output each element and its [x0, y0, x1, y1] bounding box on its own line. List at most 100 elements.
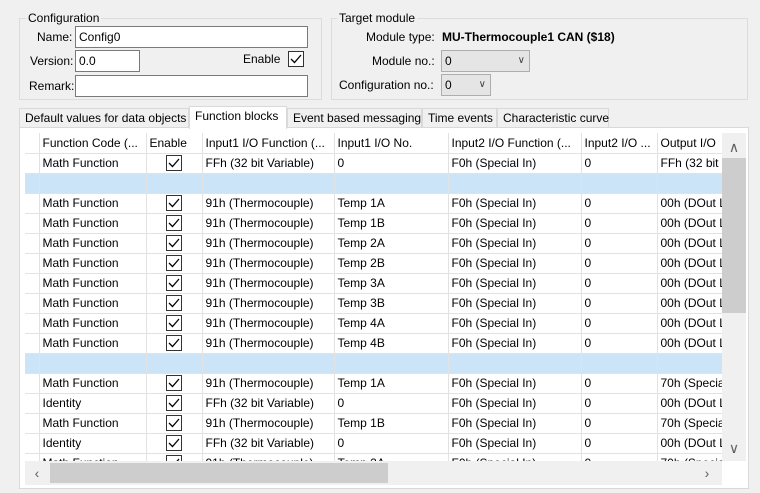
row-header[interactable]: [25, 413, 40, 434]
cell-input1-function[interactable]: 91h (Thermocouple): [202, 333, 335, 354]
table-row[interactable]: Math Function 91h (Thermocouple) Temp 4B F0…: [25, 333, 722, 354]
tab-event-messaging[interactable]: Event based messaging: [287, 108, 422, 128]
cell-input1-no[interactable]: Temp 2B: [334, 253, 449, 274]
cell-input1-function[interactable]: 91h (Thermocouple): [202, 253, 335, 274]
cell-output-io[interactable]: FFh (32 bit Variable): [657, 153, 722, 174]
cell-enable[interactable]: [146, 393, 203, 414]
cell-enable[interactable]: [146, 353, 203, 374]
cell-function-code[interactable]: Math Function: [39, 213, 147, 234]
enable-checkbox[interactable]: [166, 255, 182, 271]
row-header[interactable]: [25, 373, 40, 394]
cell-output-io[interactable]: 00h (DOut Local): [657, 293, 722, 314]
cell-function-code[interactable]: Math Function: [39, 333, 147, 354]
cell-enable[interactable]: [146, 273, 203, 294]
cell-function-code[interactable]: Math Function: [39, 273, 147, 294]
scroll-right-icon[interactable]: ›: [700, 465, 714, 481]
cell-input2-no[interactable]: 0: [581, 373, 658, 394]
table-row[interactable]: Math Function 91h (Thermocouple) Temp 1A F0…: [25, 193, 722, 214]
cell-input2-function[interactable]: F0h (Special In): [448, 213, 582, 234]
table-row[interactable]: Math Function 91h (Thermocouple)Temp 2AF0…: [25, 453, 722, 461]
cell-function-code[interactable]: Math Function: [39, 153, 147, 174]
cell-output-io[interactable]: 00h (DOut Local): [657, 253, 722, 274]
cell-input2-no[interactable]: 0: [581, 393, 658, 414]
cell-input2-function[interactable]: F0h (Special In): [448, 193, 582, 214]
cell-input2-no[interactable]: 0: [581, 333, 658, 354]
cell-function-code[interactable]: Math Function: [39, 193, 147, 214]
cell-input1-no[interactable]: [334, 173, 449, 194]
enable-checkbox[interactable]: [166, 275, 182, 291]
enable-checkbox[interactable]: [166, 295, 182, 311]
cell-input2-function[interactable]: F0h (Special In): [448, 393, 582, 414]
row-header[interactable]: [25, 453, 40, 461]
cell-input1-no[interactable]: 0: [334, 393, 449, 414]
cell-output-io[interactable]: 00h (DOut Local): [657, 213, 722, 234]
table-row[interactable]: Math Function FFh (32 bit Variable) 0 F0h (…: [25, 153, 722, 174]
row-header[interactable]: [25, 293, 40, 314]
cell-output-io[interactable]: [657, 173, 722, 194]
cell-input2-function[interactable]: F0h (Special In): [448, 273, 582, 294]
row-header[interactable]: [25, 313, 40, 334]
cell-input1-function[interactable]: 91h (Thermocouple): [202, 413, 335, 434]
row-header[interactable]: [25, 173, 40, 194]
cell-function-code[interactable]: Identity: [39, 393, 147, 414]
row-header[interactable]: [25, 213, 40, 234]
cell-input1-function[interactable]: [202, 173, 335, 194]
cell-function-code[interactable]: Math Function: [39, 453, 147, 461]
cell-enable[interactable]: [146, 413, 203, 434]
table-row[interactable]: Math Function 91h (Thermocouple)Temp 2AF0…: [25, 233, 722, 254]
cell-input1-no[interactable]: Temp 2A: [334, 453, 449, 461]
cell-function-code[interactable]: Identity: [39, 433, 147, 454]
cell-input1-function[interactable]: 91h (Thermocouple): [202, 193, 335, 214]
cell-output-io[interactable]: 70h (Special Out): [657, 373, 722, 394]
cell-enable[interactable]: [146, 213, 203, 234]
horizontal-scroll-thumb[interactable]: [50, 463, 388, 483]
table-row[interactable]: Math Function 91h (Thermocouple) Temp 1B F0…: [25, 213, 722, 234]
table-row[interactable]: Math Function 91h (Thermocouple) Temp 3B F0…: [25, 293, 722, 314]
cell-input2-function[interactable]: F0h (Special In): [448, 373, 582, 394]
cell-input2-function[interactable]: [448, 173, 582, 194]
remark-field[interactable]: [75, 75, 308, 97]
cell-enable[interactable]: [146, 433, 203, 454]
row-header[interactable]: [25, 353, 40, 374]
cell-function-code[interactable]: Math Function: [39, 313, 147, 334]
cell-output-io[interactable]: 70h (Special Out): [657, 413, 722, 434]
table-row[interactable]: Math Function 91h (Thermocouple) Temp 4A F0…: [25, 313, 722, 334]
cell-input2-function[interactable]: [448, 353, 582, 374]
enable-checkbox[interactable]: [166, 395, 182, 411]
row-header[interactable]: [25, 153, 40, 174]
cell-output-io[interactable]: 00h (DOut Local): [657, 433, 722, 454]
cell-input1-no[interactable]: Temp 1B: [334, 413, 449, 434]
cell-output-io[interactable]: 00h (DOut Local): [657, 273, 722, 294]
cell-enable[interactable]: [146, 333, 203, 354]
cell-function-code[interactable]: Math Function: [39, 293, 147, 314]
tab-default-values[interactable]: Default values for data objects: [19, 108, 189, 128]
row-header[interactable]: [25, 233, 40, 254]
cell-enable[interactable]: [146, 373, 203, 394]
cell-input2-no[interactable]: 0: [581, 273, 658, 294]
cell-input2-function[interactable]: F0h (Special In): [448, 413, 582, 434]
cell-input1-no[interactable]: Temp 2A: [334, 233, 449, 254]
cell-input2-function[interactable]: F0h (Special In): [448, 293, 582, 314]
cell-input1-function[interactable]: 91h (Thermocouple): [202, 313, 335, 334]
scroll-down-icon[interactable]: ∨: [726, 440, 742, 457]
cell-input2-no[interactable]: [581, 173, 658, 194]
row-header[interactable]: [25, 433, 40, 454]
cell-function-code[interactable]: Math Function: [39, 253, 147, 274]
tab-function-blocks[interactable]: Function blocks: [189, 106, 287, 129]
cell-enable[interactable]: [146, 293, 203, 314]
scroll-up-icon[interactable]: ∧: [726, 139, 742, 156]
cell-input2-no[interactable]: 0: [581, 213, 658, 234]
cell-input1-no[interactable]: Temp 1A: [334, 193, 449, 214]
cell-input2-no[interactable]: 0: [581, 253, 658, 274]
enable-checkbox[interactable]: [166, 315, 182, 331]
cell-input1-function[interactable]: 91h (Thermocouple): [202, 453, 335, 461]
cell-input2-no[interactable]: 0: [581, 433, 658, 454]
scroll-left-icon[interactable]: ‹: [30, 465, 44, 481]
cell-enable[interactable]: [146, 313, 203, 334]
column-header-output-io[interactable]: Output I/O: [657, 133, 722, 154]
cell-enable[interactable]: [146, 153, 203, 174]
tab-characteristic-curve[interactable]: Characteristic curve: [497, 108, 609, 128]
row-header[interactable]: [25, 273, 40, 294]
cell-function-code[interactable]: Math Function: [39, 233, 147, 254]
row-header[interactable]: [25, 333, 40, 354]
